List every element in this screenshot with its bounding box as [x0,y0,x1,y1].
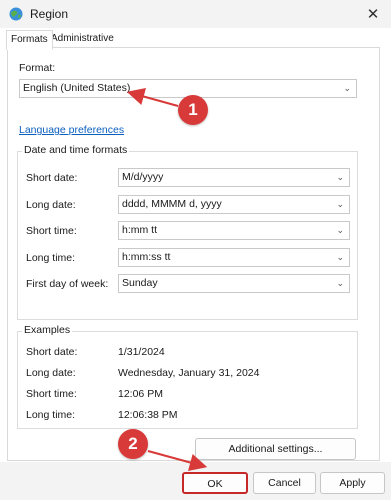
format-value: English (United States) [23,82,131,94]
short-time-dropdown[interactable]: h:mm tt ⌄ [118,221,350,240]
examples-title: Examples [22,324,73,336]
date-time-formats-group: Date and time formats Short date: M/d/yy… [17,144,358,320]
chevron-down-icon: ⌄ [336,199,344,209]
long-time-dropdown[interactable]: h:mm:ss tt ⌄ [118,248,350,267]
ok-button[interactable]: OK [182,472,248,494]
date-time-formats-title: Date and time formats [22,144,130,156]
example-short-date-value: 1/31/2024 [118,346,165,358]
long-time-label: Long time: [26,252,76,264]
close-icon[interactable]: ✕ [361,2,385,26]
chevron-down-icon: ⌄ [336,172,344,182]
short-date-dropdown[interactable]: M/d/yyyy ⌄ [118,168,350,187]
callout-badge-1: 1 [178,95,208,125]
short-time-label: Short time: [26,225,77,237]
format-label: Format: [19,62,56,74]
chevron-down-icon: ⌄ [336,278,344,288]
chevron-down-icon: ⌄ [336,252,344,262]
short-date-label: Short date: [26,172,78,184]
title-bar: Region ✕ [0,0,391,28]
cancel-button[interactable]: Cancel [253,472,316,494]
apply-button[interactable]: Apply [320,472,385,494]
long-date-label: Long date: [26,199,76,211]
example-long-date-value: Wednesday, January 31, 2024 [118,367,260,379]
examples-group: Examples Short date: 1/31/2024 Long date… [17,324,358,429]
first-day-label: First day of week: [26,278,109,290]
long-date-dropdown[interactable]: dddd, MMMM d, yyyy ⌄ [118,195,350,214]
long-date-value: dddd, MMMM d, yyyy [122,198,222,210]
example-long-time-value: 12:06:38 PM [118,409,178,421]
callout-badge-2: 2 [118,429,148,459]
tab-administrative[interactable]: Administrative [47,30,118,48]
example-short-time-value: 12:06 PM [118,388,163,400]
chevron-down-icon: ⌄ [336,225,344,235]
tab-strip: Formats Administrative [0,30,391,50]
long-time-value: h:mm:ss tt [122,251,171,263]
language-preferences-link[interactable]: Language preferences [19,124,124,136]
short-time-value: h:mm tt [122,224,158,236]
example-long-time-label: Long time: [26,409,76,421]
first-day-dropdown[interactable]: Sunday ⌄ [118,274,350,293]
first-day-value: Sunday [122,277,158,289]
globe-icon [9,7,23,21]
tab-formats[interactable]: Formats [6,30,53,50]
example-short-time-label: Short time: [26,388,77,400]
example-long-date-label: Long date: [26,367,76,379]
chevron-down-icon: ⌄ [343,83,351,93]
short-date-value: M/d/yyyy [122,171,164,183]
example-short-date-label: Short date: [26,346,78,358]
window-title: Region [30,7,69,21]
additional-settings-button[interactable]: Additional settings... [195,438,356,460]
